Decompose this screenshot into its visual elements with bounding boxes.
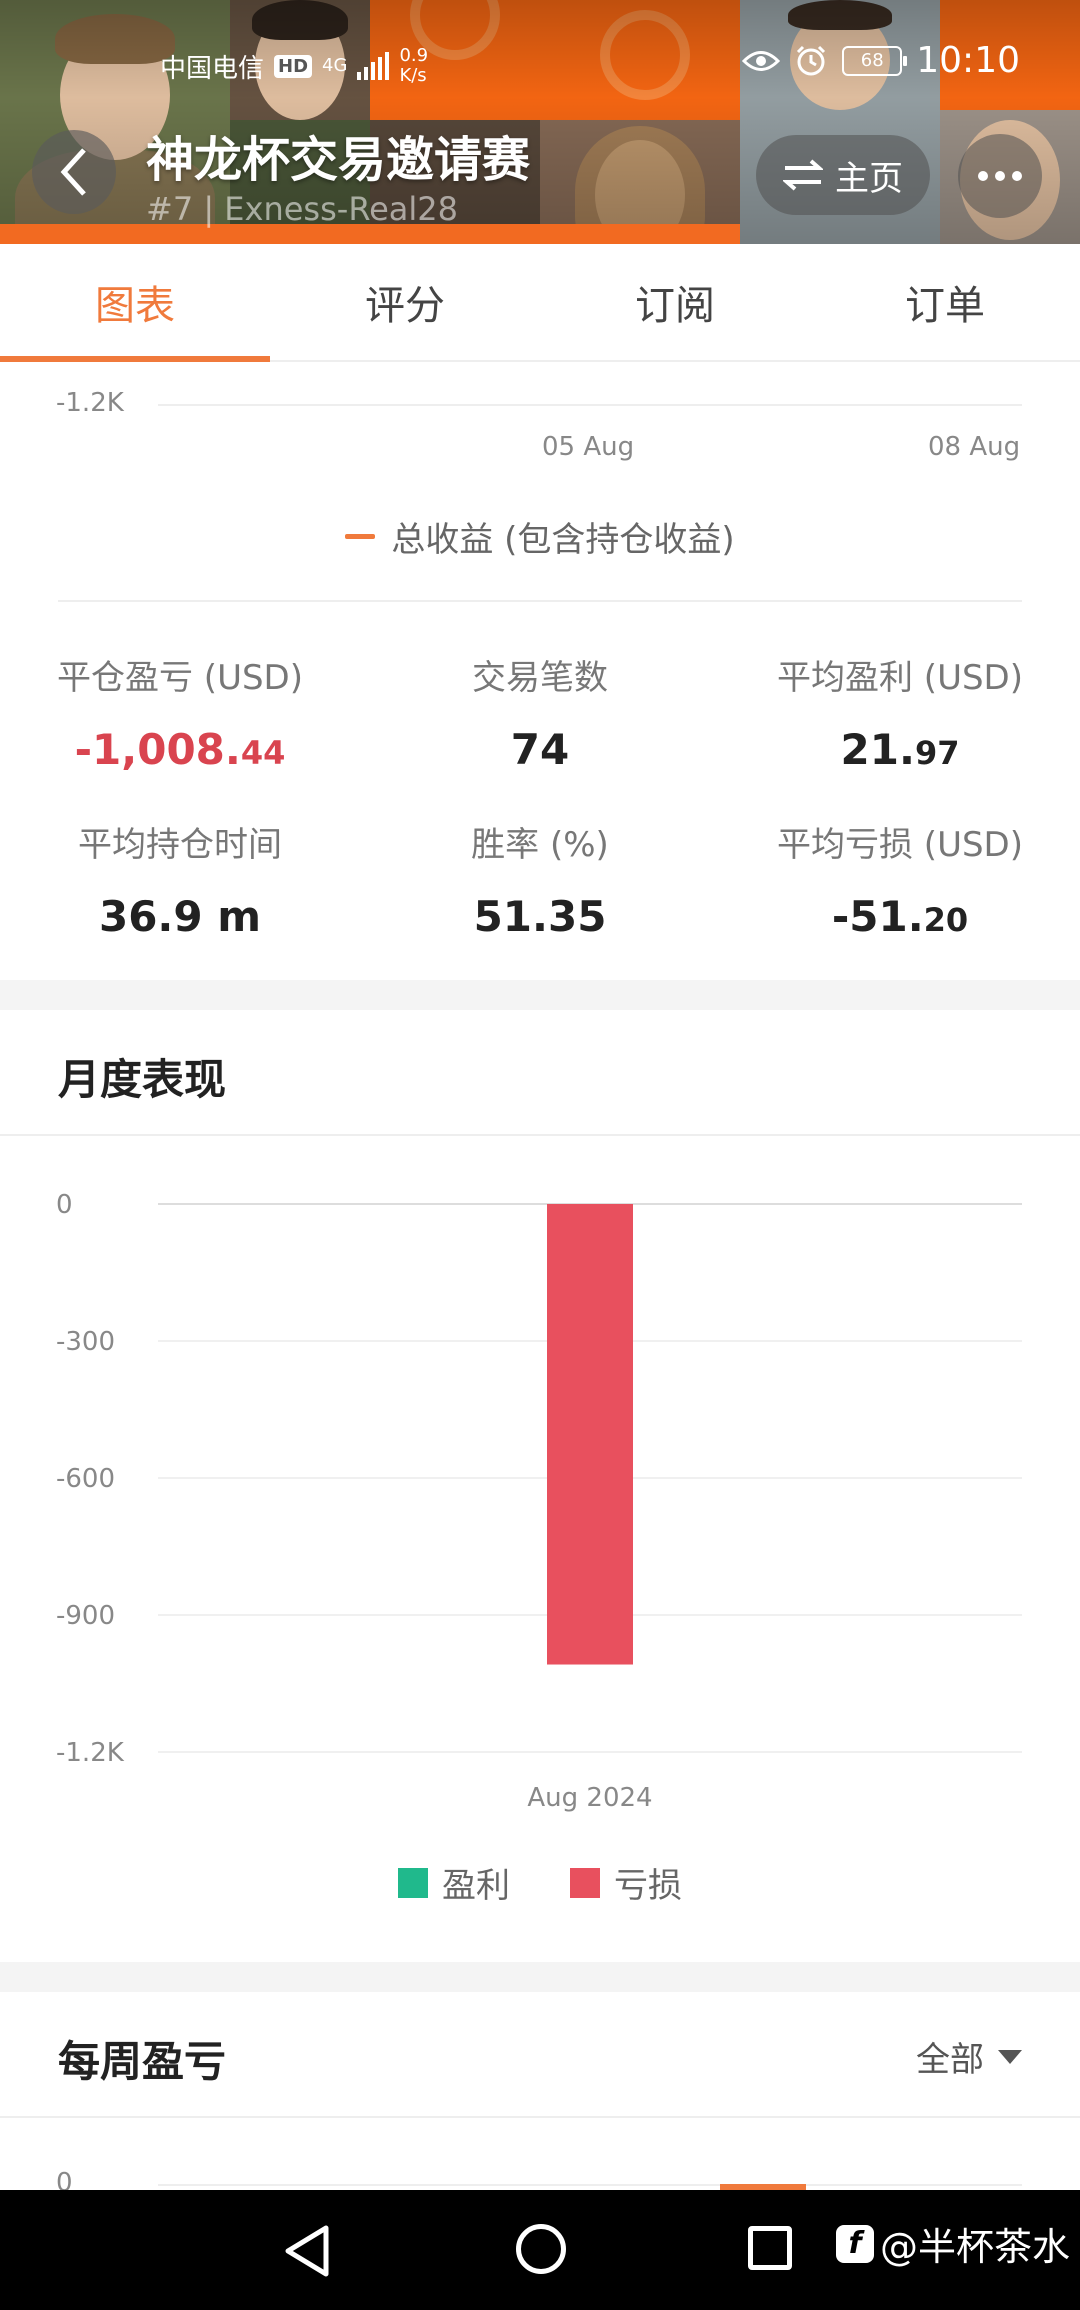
tab-subscribe[interactable]: 订阅 [540,244,810,360]
stat-value: 74 [510,725,570,774]
y-tick-label: 0 [56,1190,73,1220]
stat-value: 36.9 m [98,892,261,941]
caret-down-icon [998,2049,1022,2064]
more-options-button[interactable] [958,134,1042,218]
stat-value: -1,008.44 [74,725,286,774]
stat-avg-loss: 平均亏损 (USD) -51.20 [720,817,1080,941]
nav-home-icon[interactable] [516,2224,566,2274]
profile-header: 中国电信 HD 4G 0.9 K/s 68 10:10 神龙杯交易邀请赛 #7 |… [0,0,1080,244]
weekly-filter-dropdown[interactable]: 全部 [916,2032,1022,2081]
divider [58,600,1022,602]
home-button-label: 主页 [835,158,903,199]
status-bar: 中国电信 HD 4G 0.9 K/s 68 10:10 [0,0,1080,120]
stat-win-rate: 胜率 (%) 51.35 [360,817,720,941]
eye-icon [742,50,781,71]
grid-line [158,2184,1022,2186]
legend-dash-icon [345,534,376,539]
hd-badge: HD [274,54,313,78]
legend-label: 盈利 [442,1866,510,1906]
weekly-section-title: 每周盈亏 [58,2037,227,2086]
legend-label: 亏损 [614,1866,682,1906]
monthly-section-title: 月度表现 [58,1055,227,1104]
clock: 10:10 [916,40,1020,81]
stat-label: 平均亏损 (USD) [777,825,1023,865]
back-button[interactable] [32,130,116,214]
tab-orders[interactable]: 订单 [810,244,1080,360]
stat-value: 51.35 [473,892,607,941]
y-tick-label: -1.2K [56,1738,125,1768]
legend-item-profit[interactable]: 盈利 [398,1858,510,1907]
x-tick-label: 05 Aug [542,432,635,462]
legend-label: 总收益 (包含持仓收益) [391,520,735,560]
stat-value: 21.97 [840,725,960,774]
social-logo-icon: f [836,2224,874,2263]
watermark-text: @半杯茶水 [880,2225,1071,2269]
legend-swatch [398,1867,428,1898]
legend-item-loss[interactable]: 亏损 [570,1858,682,1907]
y-tick-label: -600 [56,1464,115,1494]
divider [0,1134,1080,1136]
monthly-legend: 盈利 亏损 [0,1858,1080,1907]
filter-value: 全部 [916,2040,984,2080]
battery-icon: 68 [842,45,908,76]
stat-label: 交易笔数 [472,658,608,698]
network-type: 4G [322,55,348,76]
stat-avg-profit: 平均盈利 (USD) 21.97 [720,650,1080,774]
y-tick-label: -1.2K [56,388,124,418]
stat-label: 胜率 (%) [471,825,609,865]
section-separator [0,1962,1080,1992]
legend-swatch [570,1867,600,1898]
page-title: 神龙杯交易邀请赛 [146,132,531,188]
section-separator [0,980,1080,1010]
monthly-bar-chart: 0 -300 -600 -900 -1.2K Aug 2024 [56,1190,1022,1813]
stat-value: -51.20 [831,892,969,941]
net-speed: 0.9 K/s [399,45,429,86]
nav-back-icon[interactable] [282,2224,332,2278]
tab-bar: 图表 评分 订阅 订单 [0,244,1080,362]
bar-loss[interactable] [547,1204,633,1665]
tab-rating[interactable]: 评分 [270,244,540,360]
x-tick-label: 08 Aug [928,432,1021,462]
nav-recents-icon[interactable] [748,2226,792,2270]
watermark: f @半杯茶水 [836,2216,1070,2271]
tab-chart[interactable]: 图表 [0,244,270,362]
carrier-label: 中国电信 [160,53,265,84]
y-tick-label: -900 [56,1601,115,1631]
switch-icon [783,159,823,191]
alarm-icon [797,45,826,75]
system-navigation-bar: f @半杯茶水 [0,2190,1080,2310]
grid-line [158,404,1022,406]
equity-legend[interactable]: 总收益 (包含持仓收益) [0,512,1080,561]
divider [0,2116,1080,2118]
signal-icon [357,52,390,80]
x-tick-label: Aug 2024 [527,1783,652,1813]
stat-trade-count: 交易笔数 74 [360,650,720,774]
home-button[interactable]: 主页 [756,135,930,215]
chevron-left-icon [60,148,86,196]
account-subtitle: #7 | Exness-Real28 [146,190,459,228]
stat-label: 平均持仓时间 [78,825,282,865]
stat-label: 平仓盈亏 (USD) [57,658,303,698]
stat-avg-hold-time: 平均持仓时间 36.9 m [0,817,360,941]
stat-closed-pnl: 平仓盈亏 (USD) -1,008.44 [0,650,360,774]
y-tick-label: -300 [56,1327,115,1357]
stat-label: 平均盈利 (USD) [777,658,1023,698]
